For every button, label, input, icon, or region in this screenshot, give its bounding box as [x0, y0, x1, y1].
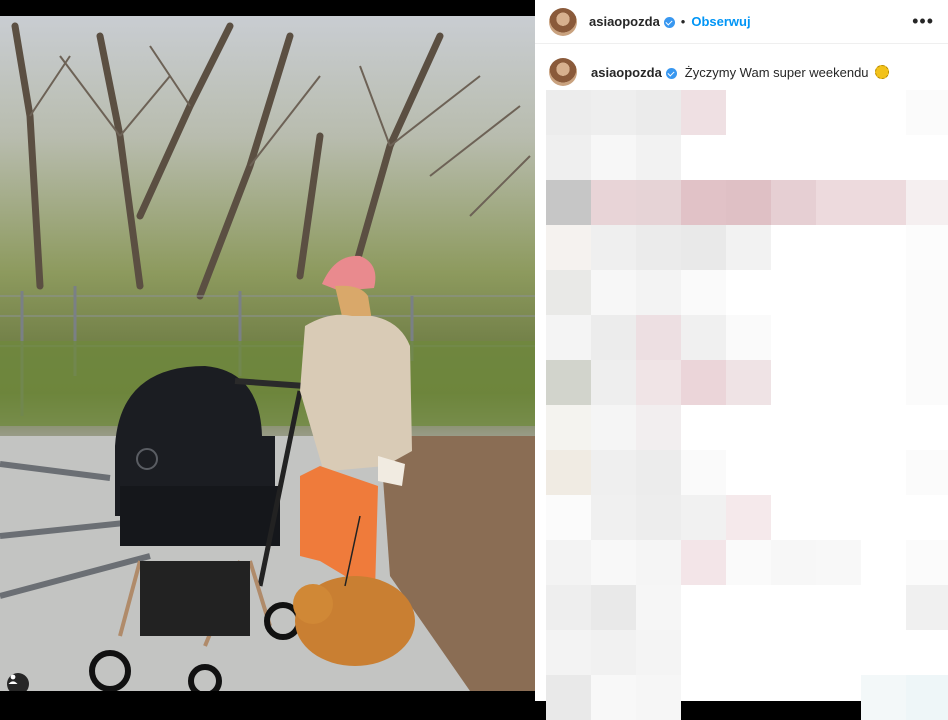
follow-button[interactable]: Obserwuj: [691, 14, 750, 29]
post-details-panel: asiaopozda • Obserwuj ••• asiaopozda Życ…: [535, 0, 948, 720]
caption-verified-badge-icon: [665, 67, 677, 79]
sun-emoji-icon: [874, 65, 889, 79]
caption: asiaopozda Życzymy Wam super weekendu: [535, 44, 948, 86]
caption-text: Życzymy Wam super weekendu: [684, 64, 869, 80]
photo-scene: [0, 22, 535, 691]
more-options-icon[interactable]: •••: [912, 11, 934, 32]
post-photo[interactable]: [0, 16, 535, 691]
user-tag-icon: [8, 674, 18, 684]
blurred-comments-area: [546, 90, 948, 720]
avatar[interactable]: [549, 7, 577, 36]
caption-avatar[interactable]: [549, 58, 577, 86]
separator-dot: •: [680, 14, 686, 29]
post-header: asiaopozda • Obserwuj •••: [535, 0, 948, 44]
caption-username-link[interactable]: asiaopozda: [591, 65, 662, 80]
verified-badge-icon: [663, 17, 675, 28]
user-tag-button[interactable]: [7, 673, 29, 691]
username-link[interactable]: asiaopozda: [589, 14, 660, 29]
